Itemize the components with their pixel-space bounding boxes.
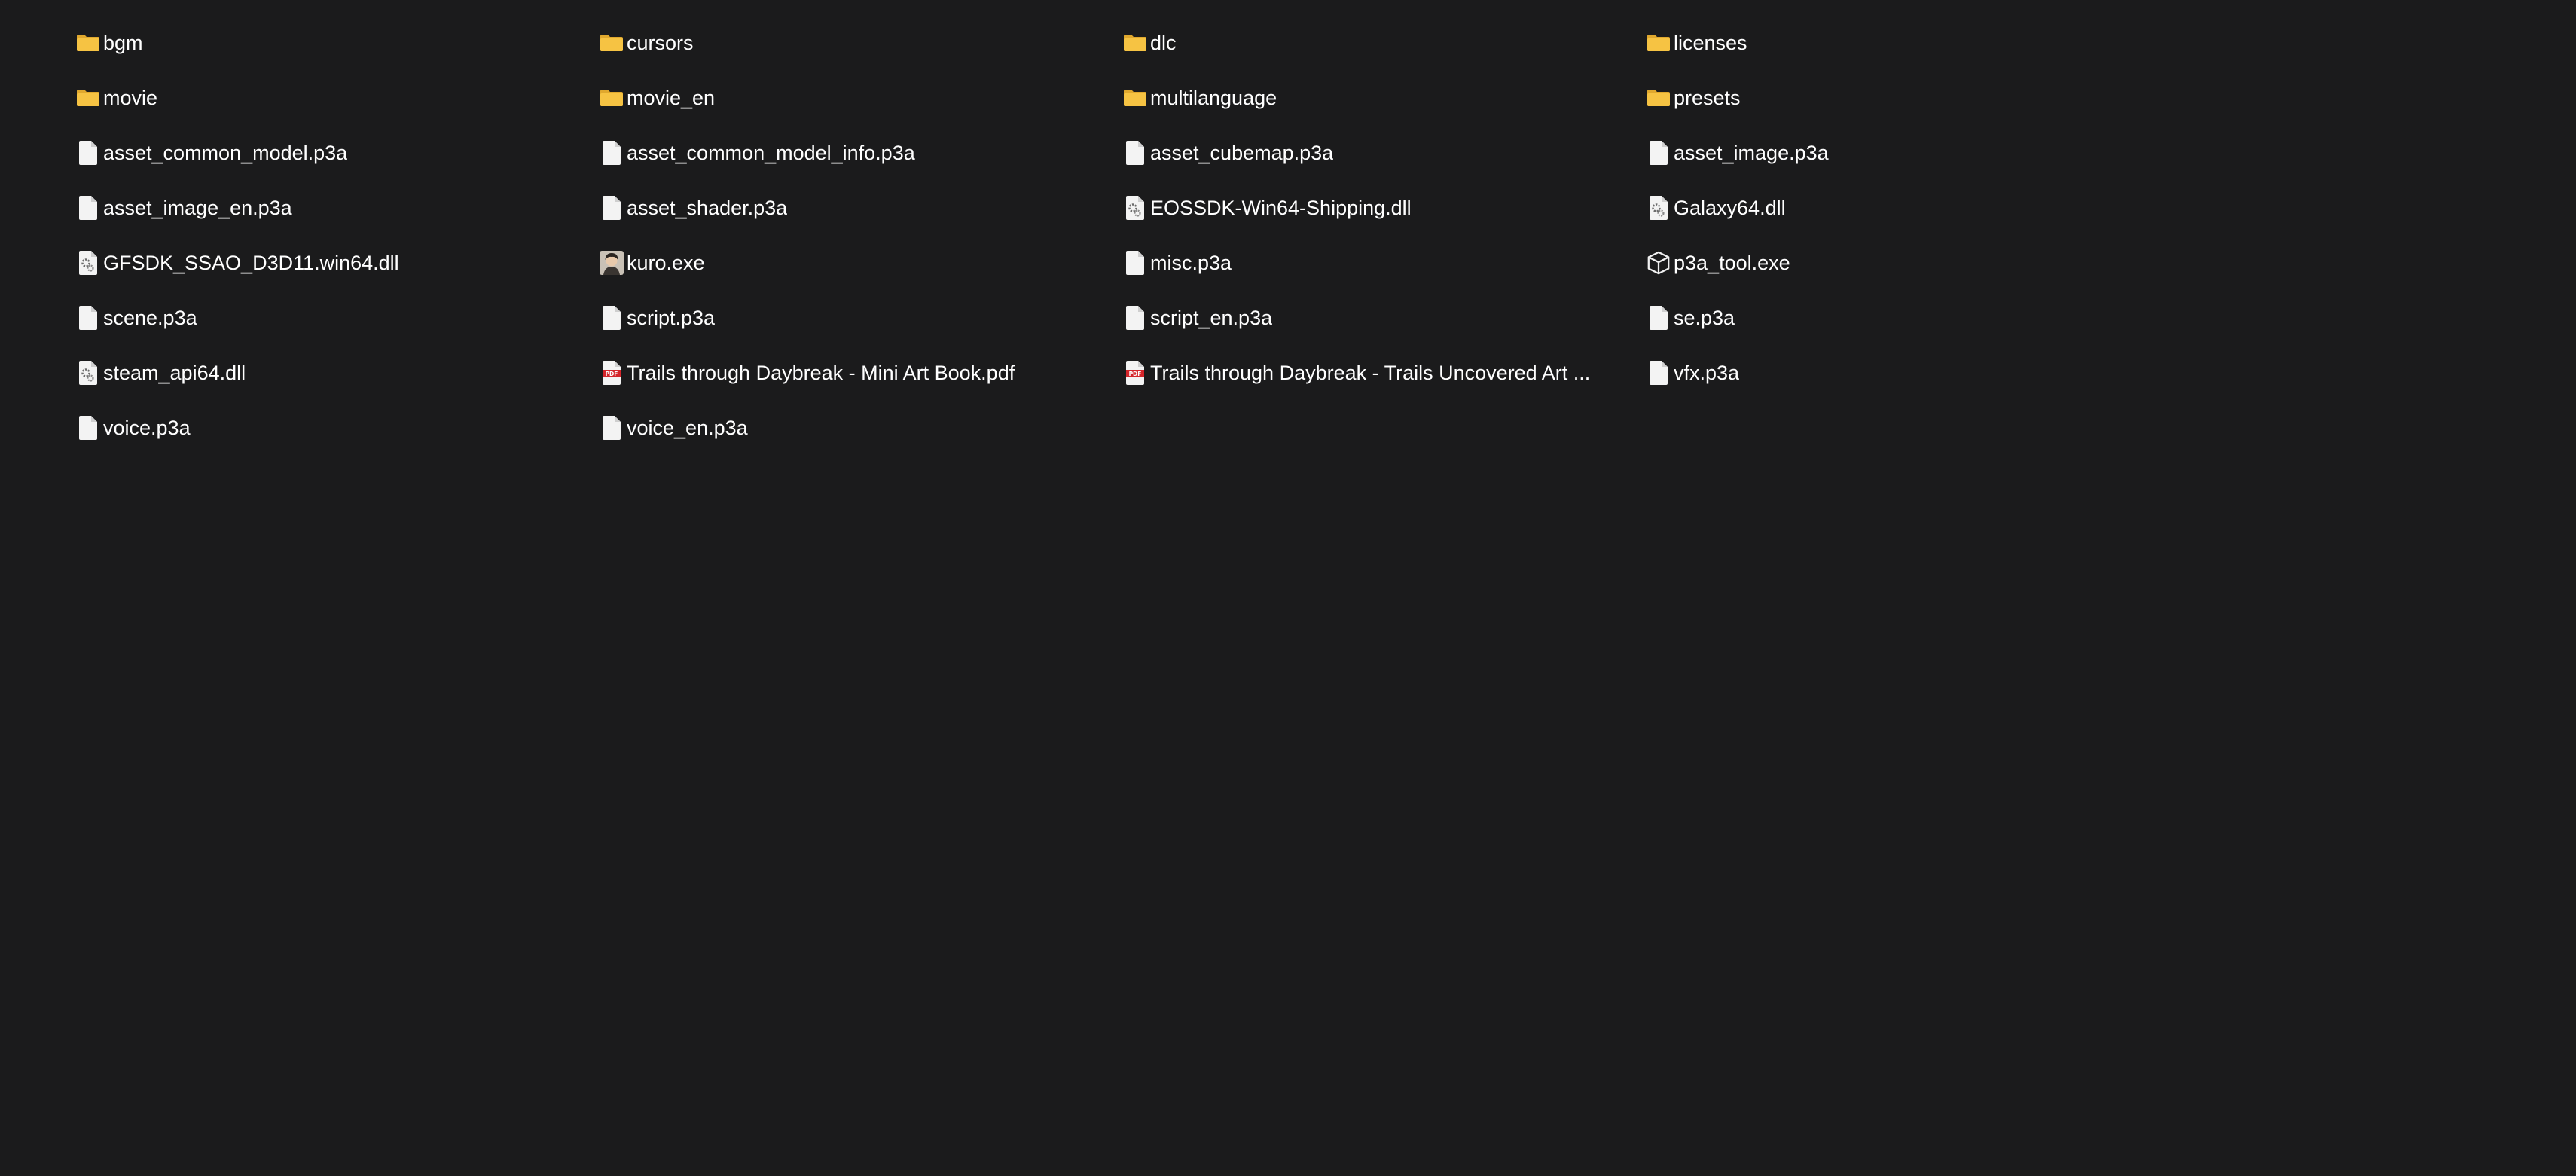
file-item-vfx-p3a[interactable]: vfx.p3a <box>1646 345 2169 400</box>
file-icon <box>75 303 101 333</box>
file-item-label: multilanguage <box>1150 86 1277 109</box>
file-icon <box>1122 138 1148 168</box>
file-icon <box>599 193 624 223</box>
file-icon <box>75 193 101 223</box>
folder-icon <box>1646 28 1671 58</box>
file-item-asset-cubemap-p3a[interactable]: asset_cubemap.p3a <box>1122 125 1646 180</box>
exe-box-icon <box>1646 248 1671 278</box>
folder-icon <box>75 28 101 58</box>
file-item-movie-en[interactable]: movie_en <box>599 70 1122 125</box>
file-item-p3a-tool-exe[interactable]: p3a_tool.exe <box>1646 235 2169 290</box>
file-explorer-view: bgm cursors dlc licenses movie movie_en multil… <box>0 0 2576 1176</box>
file-item-label: asset_common_model.p3a <box>103 141 348 164</box>
file-item-label: movie_en <box>627 86 716 109</box>
file-icon <box>1646 358 1671 388</box>
file-item-label: movie <box>103 86 158 109</box>
file-item-scene-p3a[interactable]: scene.p3a <box>75 290 599 345</box>
file-list-grid: bgm cursors dlc licenses movie movie_en multil… <box>75 15 2169 455</box>
file-item-asset-image-en-p3a[interactable]: asset_image_en.p3a <box>75 180 599 235</box>
dll-icon <box>75 248 101 278</box>
file-item-label: p3a_tool.exe <box>1674 251 1790 274</box>
file-item-label: bgm <box>103 31 143 54</box>
file-item-label: kuro.exe <box>627 251 705 274</box>
file-item-label: Trails through Daybreak - Trails Uncover… <box>1150 361 1591 384</box>
file-item-label: steam_api64.dll <box>103 361 246 384</box>
dll-icon <box>1646 193 1671 223</box>
file-item-kuro-exe[interactable]: kuro.exe <box>599 235 1122 290</box>
file-item-asset-common-model-info-p3a[interactable]: asset_common_model_info.p3a <box>599 125 1122 180</box>
file-item-script-p3a[interactable]: script.p3a <box>599 290 1122 345</box>
file-item-asset-shader-p3a[interactable]: asset_shader.p3a <box>599 180 1122 235</box>
file-icon <box>1122 303 1148 333</box>
file-item-dlc[interactable]: dlc <box>1122 15 1646 70</box>
file-item-label: asset_common_model_info.p3a <box>627 141 915 164</box>
svg-text:PDF: PDF <box>1129 371 1142 377</box>
file-item-label: dlc <box>1150 31 1177 54</box>
file-icon <box>75 138 101 168</box>
file-item-se-p3a[interactable]: se.p3a <box>1646 290 2169 345</box>
folder-icon <box>1122 83 1148 113</box>
file-item-steam-api64-dll[interactable]: steam_api64.dll <box>75 345 599 400</box>
file-item-misc-p3a[interactable]: misc.p3a <box>1122 235 1646 290</box>
file-icon <box>599 413 624 443</box>
file-icon <box>75 413 101 443</box>
file-item-voice-p3a[interactable]: voice.p3a <box>75 400 599 455</box>
file-item-label: script_en.p3a <box>1150 306 1273 329</box>
file-item-licenses[interactable]: licenses <box>1646 15 2169 70</box>
file-item-eossdk-win64-shipping-dll[interactable]: EOSSDK-Win64-Shipping.dll <box>1122 180 1646 235</box>
file-item-label: asset_shader.p3a <box>627 196 788 219</box>
file-item-label: Trails through Daybreak - Mini Art Book.… <box>627 361 1015 384</box>
file-item-script-en-p3a[interactable]: script_en.p3a <box>1122 290 1646 345</box>
file-item-presets[interactable]: presets <box>1646 70 2169 125</box>
file-item-trails-through-daybreak-mini-art-book-pdf[interactable]: PDF Trails through Daybreak - Mini Art Bo… <box>599 345 1122 400</box>
file-item-label: asset_cubemap.p3a <box>1150 141 1334 164</box>
file-icon <box>1646 303 1671 333</box>
file-item-label: licenses <box>1674 31 1747 54</box>
file-icon <box>599 138 624 168</box>
dll-icon <box>75 358 101 388</box>
file-item-asset-common-model-p3a[interactable]: asset_common_model.p3a <box>75 125 599 180</box>
file-item-label: asset_image.p3a <box>1674 141 1829 164</box>
file-item-cursors[interactable]: cursors <box>599 15 1122 70</box>
file-item-voice-en-p3a[interactable]: voice_en.p3a <box>599 400 1122 455</box>
file-item-bgm[interactable]: bgm <box>75 15 599 70</box>
pdf-icon: PDF <box>1122 358 1148 388</box>
file-item-galaxy64-dll[interactable]: Galaxy64.dll <box>1646 180 2169 235</box>
file-item-label: misc.p3a <box>1150 251 1232 274</box>
file-item-label: script.p3a <box>627 306 716 329</box>
folder-icon <box>599 83 624 113</box>
file-item-label: EOSSDK-Win64-Shipping.dll <box>1150 196 1412 219</box>
file-item-label: voice_en.p3a <box>627 416 748 439</box>
file-item-asset-image-p3a[interactable]: asset_image.p3a <box>1646 125 2169 180</box>
file-item-label: cursors <box>627 31 694 54</box>
file-item-label: vfx.p3a <box>1674 361 1740 384</box>
dll-icon <box>1122 193 1148 223</box>
file-icon <box>1122 248 1148 278</box>
folder-icon <box>1122 28 1148 58</box>
folder-icon <box>1646 83 1671 113</box>
folder-icon <box>75 83 101 113</box>
file-item-label: presets <box>1674 86 1741 109</box>
file-item-movie[interactable]: movie <box>75 70 599 125</box>
file-item-label: voice.p3a <box>103 416 191 439</box>
file-item-multilanguage[interactable]: multilanguage <box>1122 70 1646 125</box>
pdf-icon: PDF <box>599 358 624 388</box>
file-item-label: asset_image_en.p3a <box>103 196 292 219</box>
folder-icon <box>599 28 624 58</box>
file-item-label: scene.p3a <box>103 306 197 329</box>
file-icon <box>599 303 624 333</box>
svg-text:PDF: PDF <box>606 371 618 377</box>
app-portrait-icon <box>599 248 624 278</box>
file-item-label: se.p3a <box>1674 306 1735 329</box>
file-item-label: Galaxy64.dll <box>1674 196 1786 219</box>
file-item-label: GFSDK_SSAO_D3D11.win64.dll <box>103 251 399 274</box>
file-icon <box>1646 138 1671 168</box>
file-item-gfsdk-ssao-d3d11-win64-dll[interactable]: GFSDK_SSAO_D3D11.win64.dll <box>75 235 599 290</box>
file-item-trails-through-daybreak-trails-uncovered-art[interactable]: PDF Trails through Daybreak - Trails Unco… <box>1122 345 1646 400</box>
